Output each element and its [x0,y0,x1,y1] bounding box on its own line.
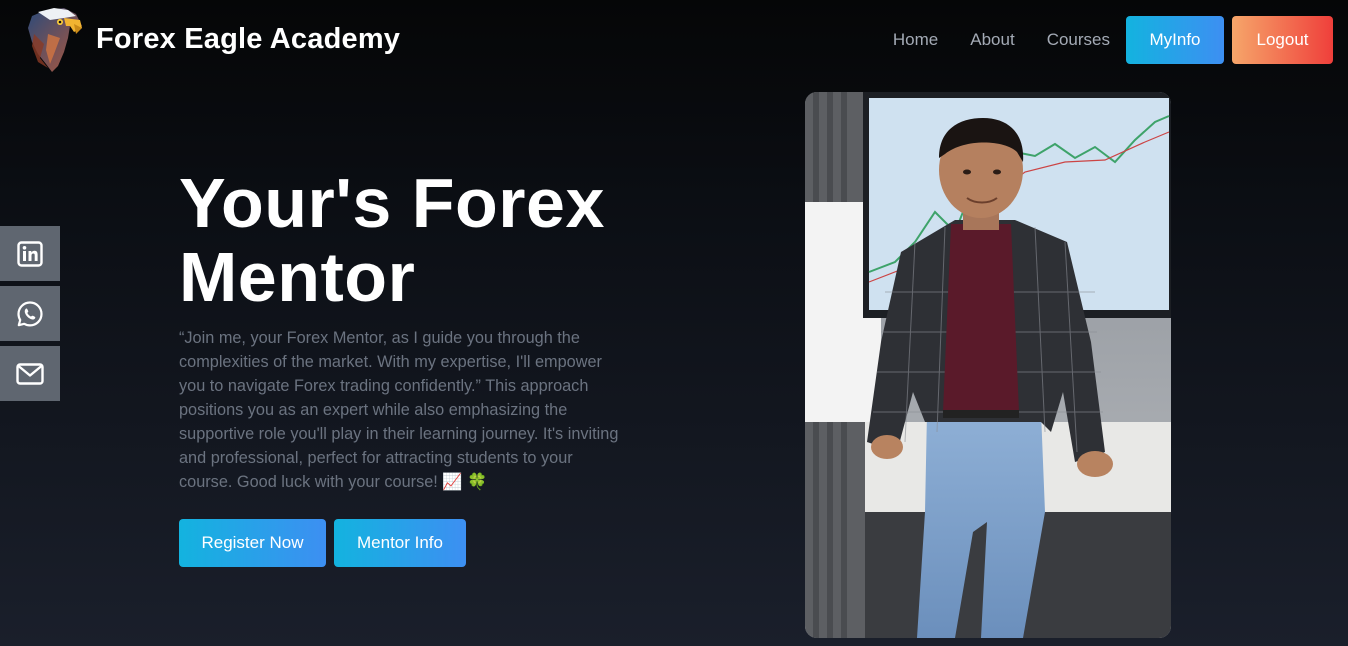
whatsapp-button[interactable] [0,286,60,341]
mentor-photo [805,92,1171,638]
social-sidebar [0,226,60,406]
mentor-info-button[interactable]: Mentor Info [334,519,466,567]
register-now-button[interactable]: Register Now [179,519,326,567]
hero-description: “Join me, your Forex Mentor, as I guide … [179,329,619,491]
whatsapp-icon [17,300,43,326]
mail-button[interactable] [0,346,60,401]
mentor-photo-image [805,92,1171,638]
logout-button[interactable]: Logout [1232,16,1333,64]
eagle-logo-icon [28,8,82,72]
hero-title-line2: Mentor [179,238,416,316]
hero-buttons: Register Now Mentor Info [179,519,466,567]
brand[interactable]: Forex Eagle Academy [24,4,400,74]
nav-links: Home About Courses MyInfo Logout [893,16,1333,64]
navbar: Forex Eagle Academy Home About Courses M… [0,0,1348,80]
nav-home-link[interactable]: Home [893,30,938,50]
hero-title-line1: Your's Forex [179,164,605,242]
mail-icon [16,362,44,385]
nav-courses-link[interactable]: Courses [1047,30,1110,50]
linkedin-button[interactable] [0,226,60,281]
nav-about-link[interactable]: About [970,30,1014,50]
hero-title: Your's Forex Mentor [179,166,699,314]
myinfo-button[interactable]: MyInfo [1126,16,1224,64]
linkedin-icon [17,240,43,267]
brand-name: Forex Eagle Academy [96,22,401,55]
